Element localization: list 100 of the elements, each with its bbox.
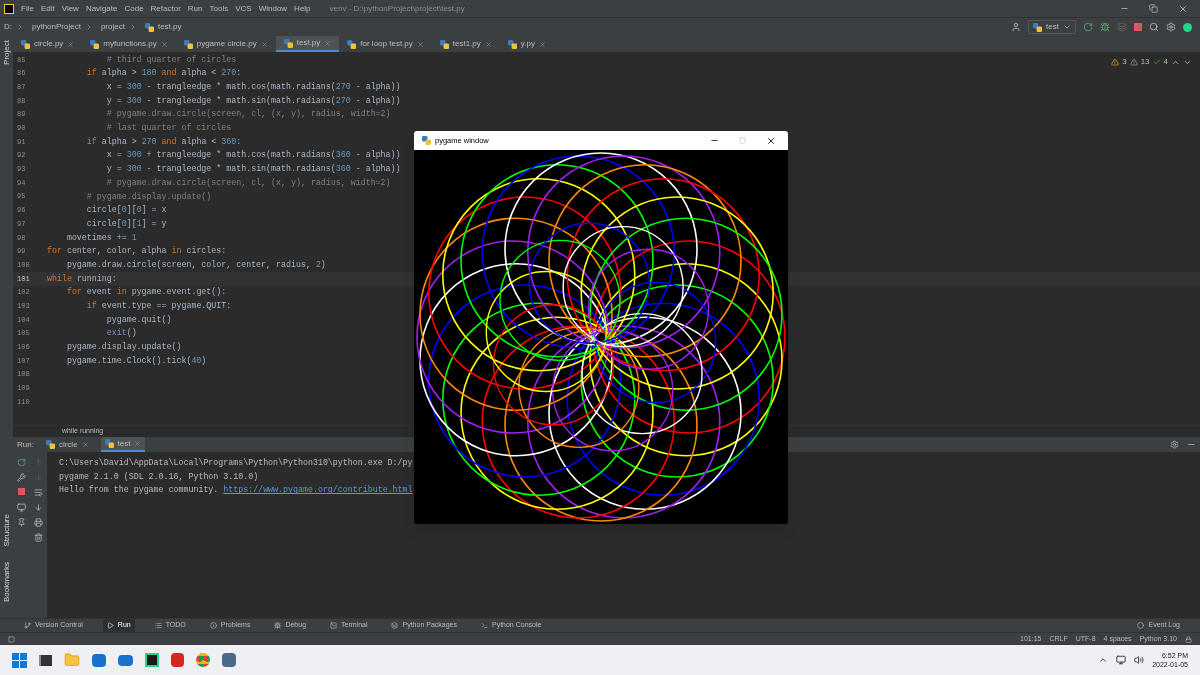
menu-item[interactable]: Code	[124, 2, 144, 15]
menu-item[interactable]: File	[21, 2, 34, 15]
volume-icon[interactable]	[1134, 655, 1145, 665]
menu-item[interactable]: View	[61, 2, 79, 15]
console-line: pygame 2.1.0 (SDL 2.0.16, Python 3.10.0)	[59, 470, 260, 483]
layers-icon	[391, 622, 399, 629]
tool-window-tab[interactable]: Structure	[0, 513, 13, 546]
menu-item[interactable]: VCS	[235, 2, 252, 15]
code-line: # pygame.draw.circle(screen, cl, (x, y), radius, width=2)	[105, 176, 391, 189]
warning-icon	[1129, 58, 1138, 66]
menu-item[interactable]: Tools	[209, 2, 229, 15]
menu-item[interactable]: Run	[187, 2, 203, 15]
wrap-icon[interactable]	[34, 488, 43, 497]
close-icon[interactable]	[766, 135, 776, 146]
python-file-icon	[21, 39, 30, 49]
wrench-icon[interactable]	[17, 473, 26, 482]
tray-expand-icon[interactable]	[1098, 655, 1109, 665]
python-file-icon	[439, 39, 449, 49]
code-line: y = 300 - trangleedge * math.sin(math.radians(360 - alpha))	[105, 163, 401, 176]
editor-tab[interactable]: pygame circle.py	[175, 36, 276, 52]
breadcrumb-item[interactable]: project	[100, 21, 125, 33]
code-line: movetimes += 1	[65, 231, 137, 244]
tool-window-tab[interactable]: Project	[0, 40, 13, 65]
start-icon[interactable]	[12, 652, 27, 668]
editor-tab[interactable]: test1.py	[431, 36, 500, 52]
error-count: 3	[1122, 56, 1127, 68]
python-file-icon	[183, 39, 193, 49]
store-icon[interactable]	[92, 653, 106, 667]
run-config-dropdown[interactable]: test	[1028, 20, 1076, 34]
code-line: exit()	[105, 327, 137, 340]
python-file-icon	[283, 38, 293, 48]
debug-icon[interactable]	[1100, 22, 1110, 32]
editor-tab[interactable]: test.py	[275, 36, 340, 52]
editor-tab[interactable]: circle.py	[13, 36, 83, 52]
code-line: x = 300 + trangleedge * math.cos(math.radians(360 - alpha))	[105, 149, 401, 162]
menu-item[interactable]: Window	[258, 2, 288, 15]
breadcrumb-item[interactable]: pythonProject	[32, 21, 81, 33]
list-icon	[154, 622, 162, 629]
user-icon[interactable]	[1011, 22, 1022, 32]
console-line: Hello from the pygame community. https://www.pygame.org/contribute.html	[59, 484, 414, 497]
code-line: for center, color, alpha in circles:	[47, 245, 227, 258]
menu-item[interactable]: Refactor	[150, 2, 181, 15]
console-link[interactable]: https://www.pygame.org/contribute.html	[223, 485, 413, 495]
code-line: pygame.display.update()	[65, 341, 182, 354]
settings-icon[interactable]	[1170, 440, 1179, 449]
console-tab[interactable]: circle	[41, 437, 93, 452]
console-icon	[480, 622, 488, 629]
code-line: if alpha > 180 and alpha < 270:	[85, 67, 242, 80]
bug-icon	[274, 622, 282, 629]
code-line: pygame.time.Clock().tick(40)	[65, 354, 207, 367]
breadcrumb-item[interactable]: D:	[4, 21, 12, 33]
play-icon	[106, 622, 114, 629]
search-icon[interactable]	[1149, 22, 1159, 32]
browser-icon[interactable]	[196, 653, 210, 667]
code-line: if alpha > 270 and alpha < 360:	[85, 135, 242, 148]
rerun-icon[interactable]	[17, 458, 26, 467]
caret-icon	[1063, 23, 1071, 31]
branch-icon	[24, 622, 31, 629]
breadcrumb-item[interactable]: test.py	[157, 21, 182, 33]
python-file-icon	[422, 136, 431, 145]
editor-tab[interactable]: myfunctions.py	[82, 36, 176, 52]
console-tab[interactable]: test	[100, 437, 146, 452]
scroll-to-end-icon[interactable]	[34, 503, 43, 512]
editor-tab[interactable]: for loop test.py	[339, 36, 432, 52]
python-app-icon[interactable]	[222, 653, 236, 667]
code-line: y = 300 - trangleedge * math.sin(math.radians(270 - alpha))	[105, 94, 401, 107]
plugin-logo-icon[interactable]	[1183, 22, 1192, 32]
code-line: for event in pygame.event.get():	[65, 286, 227, 299]
menu-item[interactable]: Help	[294, 2, 311, 15]
code-line: # third quarter of circles	[105, 53, 237, 66]
python-file-icon	[1033, 22, 1043, 32]
pdf-icon[interactable]	[171, 653, 184, 667]
code-line: pygame.quit()	[105, 313, 172, 326]
error-icon	[1111, 58, 1120, 66]
code-line: # pygame.display.update()	[85, 190, 212, 203]
pin-icon[interactable]	[17, 518, 26, 527]
code-line: circle[0][0] = x	[85, 204, 167, 217]
settings-icon[interactable]	[1166, 22, 1176, 32]
trash-icon[interactable]	[34, 533, 43, 542]
menu-item[interactable]: Navigate	[85, 2, 118, 15]
print-icon[interactable]	[34, 518, 43, 527]
code-line: pygame.draw.circle(screen, color, center, radius, 2)	[65, 258, 326, 271]
tool-window-tab[interactable]: Bookmarks	[0, 562, 13, 602]
editor-tab[interactable]: y.py	[499, 36, 554, 52]
network-icon[interactable]	[1116, 655, 1127, 665]
lock-icon[interactable]	[1185, 635, 1192, 643]
run-label: Run:	[17, 438, 34, 451]
rerun-icon[interactable]	[1083, 22, 1093, 32]
check-icon	[1152, 58, 1161, 66]
taskview-icon[interactable]	[39, 654, 52, 666]
mail-icon[interactable]	[118, 654, 133, 666]
code-line: x = 300 - trangleedge * math.cos(math.radians(270 - alpha))	[105, 81, 401, 93]
info-icon	[209, 622, 217, 629]
window-title: venv - D:\pythonProject\project\test.py	[329, 2, 465, 15]
warning-count: 13	[1140, 56, 1150, 68]
panel-toggle-icon[interactable]	[8, 635, 15, 643]
menu-item[interactable]: Edit	[40, 2, 55, 15]
ide-icon[interactable]	[145, 653, 159, 667]
python-file-icon	[507, 39, 517, 49]
restore-icon[interactable]	[1149, 4, 1158, 13]
